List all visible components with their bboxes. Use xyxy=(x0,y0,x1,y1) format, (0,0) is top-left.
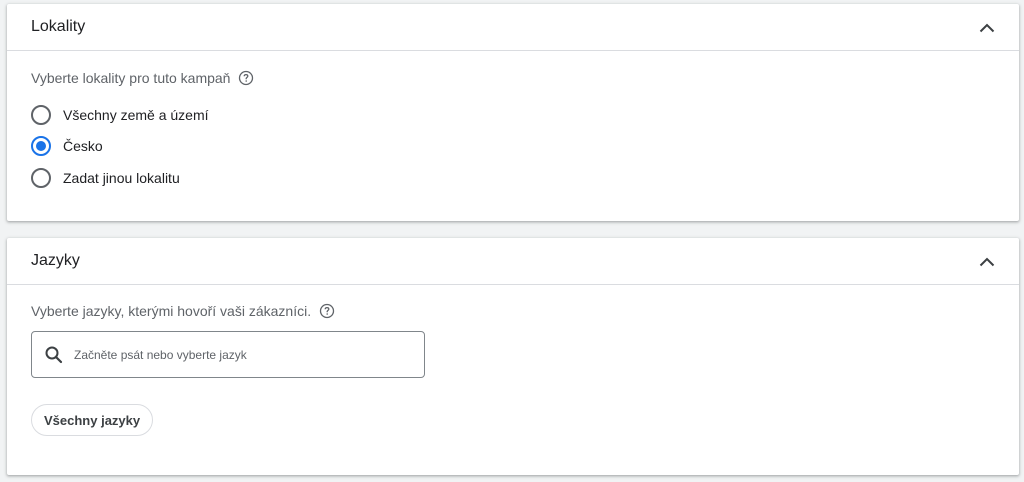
languages-card: Jazyky Vyberte jazyky, kterými hovoří va… xyxy=(7,238,1019,475)
locations-card: Lokality Vyberte lokality pro tuto kampa… xyxy=(7,4,1019,221)
locations-prompt-text: Vyberte lokality pro tuto kampaň xyxy=(31,70,231,86)
location-option-label: Česko xyxy=(63,138,103,154)
search-icon xyxy=(45,346,63,363)
locations-collapse-button[interactable] xyxy=(973,14,1001,42)
languages-card-header[interactable]: Jazyky xyxy=(7,238,1019,285)
languages-prompt: Vyberte jazyky, kterými hovoří vaši záka… xyxy=(31,303,335,319)
chevron-up-icon xyxy=(979,23,995,33)
location-option-all[interactable]: Všechny země a území xyxy=(31,103,209,127)
language-search-input[interactable] xyxy=(72,346,396,363)
languages-title: Jazyky xyxy=(31,252,80,269)
location-option-other[interactable]: Zadat jinou lokalitu xyxy=(31,166,180,190)
locations-card-header[interactable]: Lokality xyxy=(7,4,1019,51)
location-option-label: Všechny země a území xyxy=(63,107,209,123)
chevron-up-icon xyxy=(979,257,995,267)
location-option-label: Zadat jinou lokalitu xyxy=(63,170,180,186)
radio-button[interactable] xyxy=(31,105,51,125)
radio-button-selected[interactable] xyxy=(31,136,51,156)
languages-prompt-text: Vyberte jazyky, kterými hovoří vaši záka… xyxy=(31,303,312,319)
locations-prompt: Vyberte lokality pro tuto kampaň xyxy=(31,70,254,86)
language-search-field[interactable] xyxy=(31,331,425,378)
languages-collapse-button[interactable] xyxy=(973,248,1001,276)
help-icon[interactable] xyxy=(238,70,254,86)
radio-button[interactable] xyxy=(31,168,51,188)
help-icon[interactable] xyxy=(319,303,335,319)
all-languages-chip[interactable]: Všechny jazyky xyxy=(31,404,154,436)
location-option-czechia[interactable]: Česko xyxy=(31,134,103,158)
locations-title: Lokality xyxy=(31,18,86,35)
